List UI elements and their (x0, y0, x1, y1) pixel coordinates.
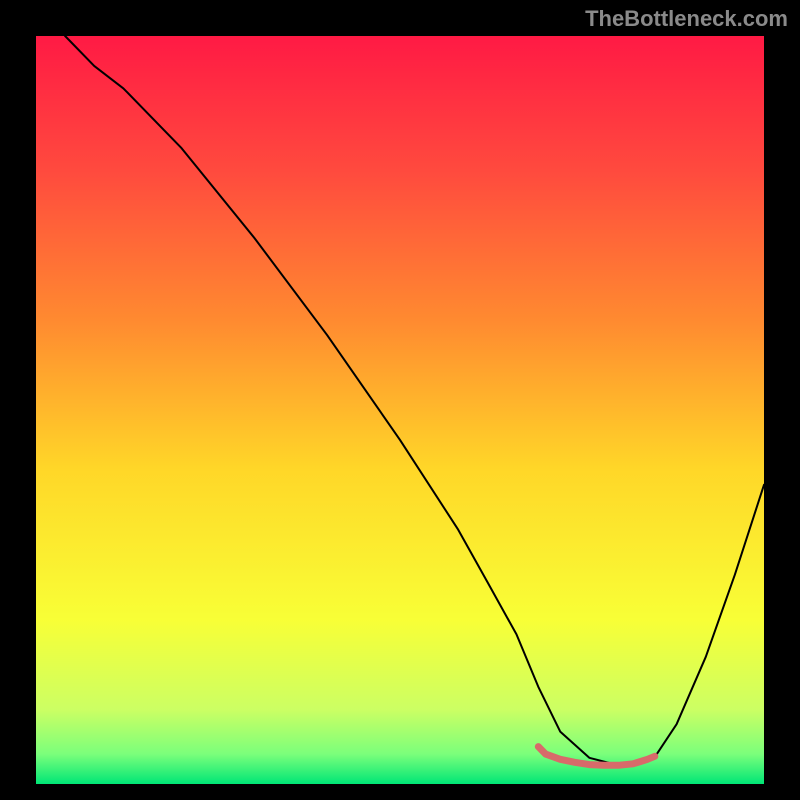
chart-container: TheBottleneck.com (0, 0, 800, 800)
plot-background (36, 36, 764, 784)
watermark-text: TheBottleneck.com (585, 6, 788, 32)
bottleneck-chart (0, 0, 800, 800)
